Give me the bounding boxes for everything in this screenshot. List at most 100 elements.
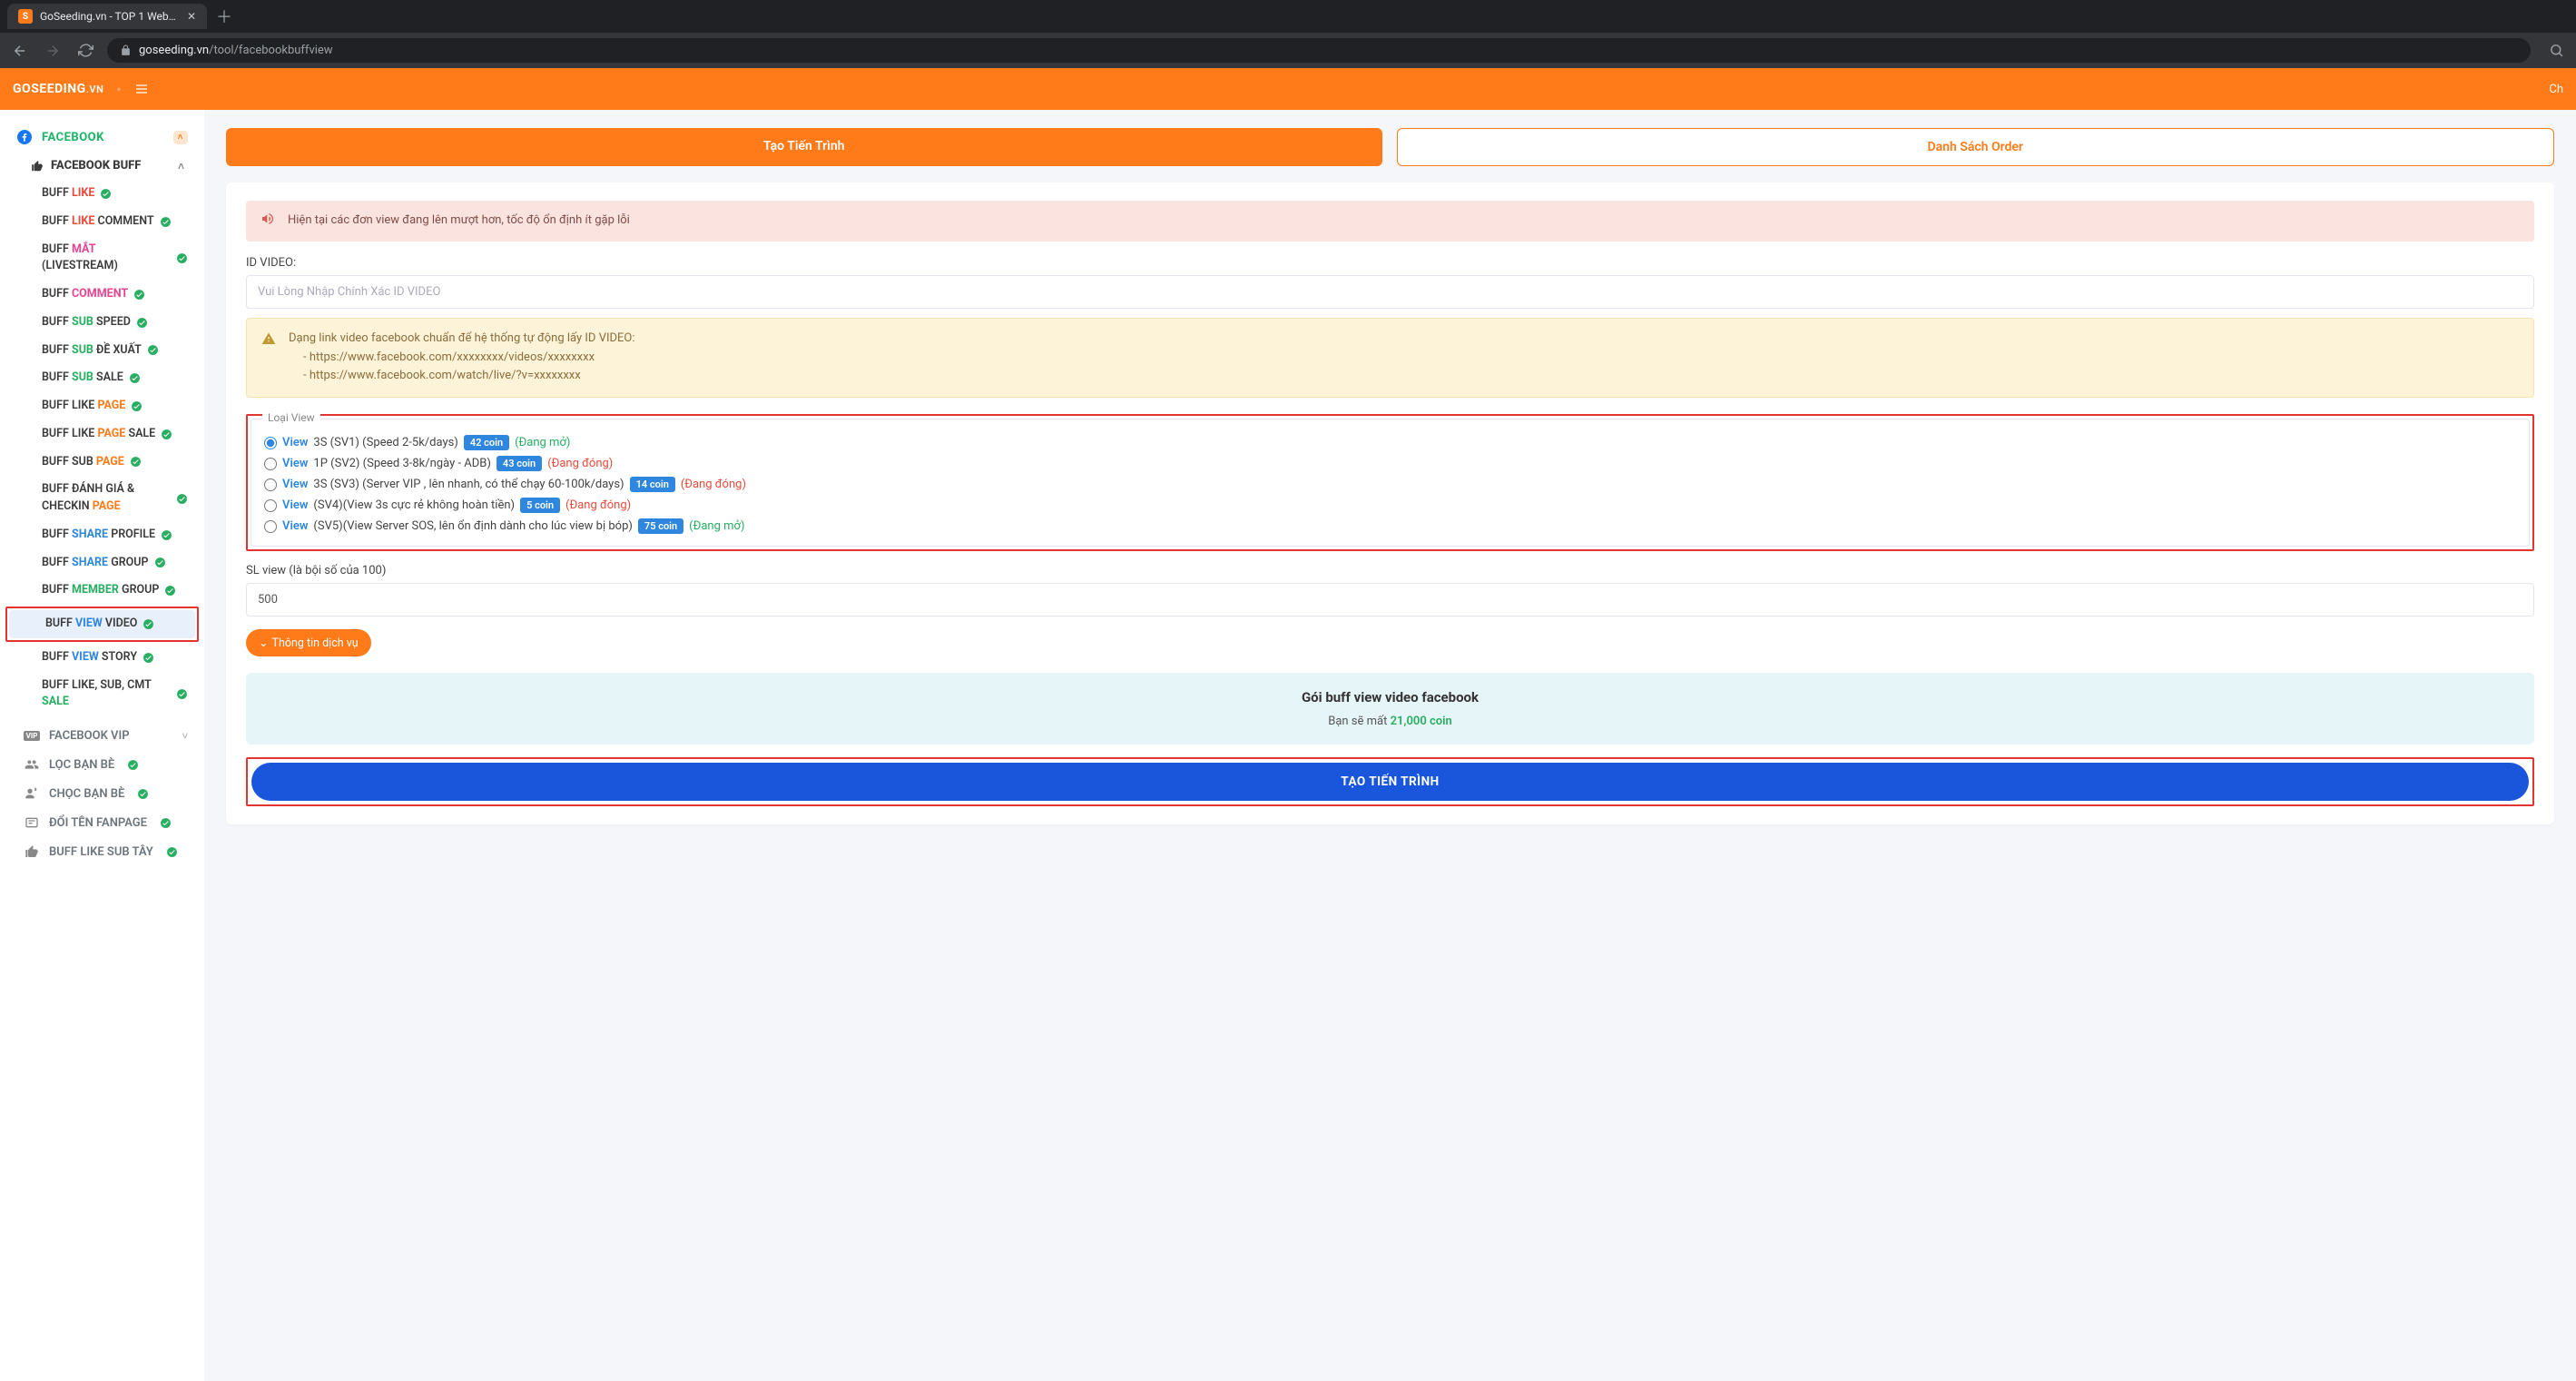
address-bar: goseeding.vn/tool/facebookbuffview: [0, 33, 2576, 68]
sidebar-item[interactable]: BUFF SUB SPEED: [5, 309, 199, 337]
sidebar-item[interactable]: CHỌC BẠN BÈ: [5, 779, 199, 808]
note-title: Dạng link video facebook chuẩn để hệ thố…: [289, 330, 635, 349]
price-summary: Gói buff view video facebook Bạn sẽ mất …: [246, 673, 2534, 745]
view-type-option[interactable]: View (SV5)(View Server SOS, lên ổn định …: [264, 516, 2516, 537]
thumb-icon: [31, 160, 44, 173]
sidebar-item[interactable]: BUFF LIKE: [5, 180, 199, 208]
brand-logo[interactable]: GOSEEDING.VN: [13, 82, 103, 96]
link-format-note: Dạng link video facebook chuẩn để hệ thố…: [246, 318, 2534, 398]
service-info-button[interactable]: ⌄ Thông tin dịch vụ: [246, 629, 371, 656]
sidebar: FACEBOOK ˄ FACEBOOK BUFF ˄ BUFF LIKEBUFF…: [0, 110, 204, 1381]
status-text: (Đang đóng): [681, 478, 746, 491]
favicon: S: [18, 9, 33, 24]
sidebar-item[interactable]: BUFF SUB PAGE: [5, 449, 199, 477]
sidebar-item[interactable]: BUFF MẮT (LIVESTREAM): [5, 236, 199, 281]
radio-input[interactable]: [264, 458, 277, 470]
sidebar-item[interactable]: BUFF COMMENT: [5, 281, 199, 309]
status-text: (Đang mở): [515, 436, 570, 449]
check-icon: [136, 317, 148, 329]
status-text: (Đang đóng): [565, 498, 631, 512]
status-text: (Đang mở): [689, 519, 744, 533]
sidebar-item[interactable]: LỌC BẠN BÈ: [5, 750, 199, 779]
form-card: Hiện tại các đơn view đang lên mượt hơn,…: [226, 182, 2554, 824]
sidebar-item[interactable]: BUFF SUB ĐỀ XUẤT: [5, 337, 199, 365]
note-line: - https://www.facebook.com/xxxxxxxx/vide…: [289, 349, 635, 368]
tab-order-list[interactable]: Danh Sách Order: [1397, 128, 2555, 166]
url-field[interactable]: goseeding.vn/tool/facebookbuffview: [107, 38, 2531, 63]
lock-icon: [120, 44, 132, 56]
fieldset-legend: Loại View: [262, 411, 320, 424]
tab-bar: S GoSeeding.vn - TOP 1 Website ✕ ＋: [0, 0, 2576, 33]
check-icon: [131, 400, 143, 412]
sidebar-item[interactable]: BUFF LIKE SUB TÂY: [5, 837, 199, 866]
chevron-up-icon: ˄: [178, 160, 184, 173]
check-icon: [161, 529, 172, 541]
summary-line: Bạn sẽ mất 21,000 coin: [262, 715, 2518, 728]
check-icon: [154, 557, 166, 568]
radio-input[interactable]: [264, 520, 277, 533]
sidebar-item[interactable]: BUFF LIKE, SUB, CMT SALE: [5, 672, 199, 717]
summary-title: Gói buff view video facebook: [262, 689, 2518, 705]
check-icon: [147, 344, 159, 356]
check-icon: [176, 252, 188, 264]
quantity-label: SL view (là bội số của 100): [246, 564, 2534, 577]
sidebar-item[interactable]: BUFF SHARE PROFILE: [5, 521, 199, 549]
view-type-option[interactable]: View 3S (SV3) (Server VIP , lên nhanh, c…: [264, 474, 2516, 495]
browser-tab[interactable]: S GoSeeding.vn - TOP 1 Website ✕: [7, 4, 207, 29]
rename-icon: [24, 815, 40, 830]
chevron-up-icon: ˄: [173, 131, 188, 144]
view-type-option[interactable]: View (SV4)(View 3s cực rẻ không hoàn tiề…: [264, 495, 2516, 516]
sidebar-section-facebook-buff[interactable]: FACEBOOK BUFF ˄: [5, 152, 199, 180]
banner-text: Hiện tại các đơn view đang lên mượt hơn,…: [288, 212, 630, 231]
check-icon: [129, 372, 141, 384]
sidebar-group-facebook[interactable]: FACEBOOK ˄: [5, 123, 199, 152]
sidebar-item[interactable]: BUFF LIKE PAGE: [5, 392, 199, 420]
warning-icon: [261, 331, 276, 346]
id-video-input[interactable]: [246, 275, 2534, 309]
search-icon[interactable]: [2545, 40, 2567, 62]
sidebar-item[interactable]: BUFF ĐÁNH GIÁ & CHECKIN PAGE: [5, 476, 199, 521]
reload-button[interactable]: [74, 40, 96, 62]
check-icon: [166, 846, 178, 858]
check-icon: [164, 585, 176, 597]
check-icon: [137, 788, 149, 800]
forward-button[interactable]: [42, 40, 64, 62]
vip-icon: VIP: [24, 731, 40, 741]
coin-badge: 14 coin: [630, 477, 675, 492]
sidebar-item[interactable]: ĐỔI TÊN FANPAGE: [5, 808, 199, 837]
menu-toggle-icon[interactable]: [134, 82, 149, 96]
view-type-option[interactable]: View 1P (SV2) (Speed 3-8k/ngày - ADB) 43…: [264, 453, 2516, 474]
info-banner: Hiện tại các đơn view đang lên mượt hơn,…: [246, 201, 2534, 242]
radio-input[interactable]: [264, 478, 277, 491]
tab-title: GoSeeding.vn - TOP 1 Website: [40, 10, 180, 23]
sidebar-item[interactable]: BUFF MEMBER GROUP: [5, 577, 199, 605]
sidebar-item[interactable]: BUFF VIEW VIDEO: [9, 610, 195, 638]
header-right-text: Ch: [2549, 83, 2563, 96]
tab-create-process[interactable]: Tạo Tiến Trình: [226, 128, 1382, 166]
check-icon: [127, 759, 139, 771]
sidebar-item[interactable]: BUFF SHARE GROUP: [5, 549, 199, 577]
note-line: - https://www.facebook.com/watch/live/?v…: [289, 367, 635, 386]
close-icon[interactable]: ✕: [187, 10, 196, 23]
sidebar-item[interactable]: BUFF VIEW STORY: [5, 644, 199, 672]
sidebar-item[interactable]: BUFF LIKE COMMENT: [5, 208, 199, 236]
sidebar-item[interactable]: BUFF LIKE PAGE SALE: [5, 420, 199, 449]
check-icon: [176, 688, 188, 700]
radio-input[interactable]: [264, 437, 277, 449]
back-button[interactable]: [9, 40, 31, 62]
status-text: (Đang đóng): [547, 457, 613, 470]
check-icon: [161, 429, 172, 440]
radio-input[interactable]: [264, 499, 277, 512]
quantity-input[interactable]: [246, 583, 2534, 617]
thumb-icon: [24, 844, 40, 859]
sidebar-active-highlight: BUFF VIEW VIDEO: [5, 607, 199, 642]
new-tab-button[interactable]: ＋: [216, 5, 232, 28]
check-icon: [160, 216, 172, 228]
page-tabs: Tạo Tiến Trình Danh Sách Order: [226, 128, 2554, 166]
sidebar-item[interactable]: VIPFACEBOOK VIP˅: [5, 722, 199, 750]
create-process-button[interactable]: TẠO TIẾN TRÌNH: [251, 763, 2529, 801]
view-type-option[interactable]: View 3S (SV1) (Speed 2-5k/days) 42 coin …: [264, 432, 2516, 453]
sidebar-group-label: FACEBOOK: [42, 131, 104, 144]
sidebar-item[interactable]: BUFF SUB SALE: [5, 364, 199, 392]
view-type-highlight: Loại View View 3S (SV1) (Speed 2-5k/days…: [246, 414, 2534, 551]
